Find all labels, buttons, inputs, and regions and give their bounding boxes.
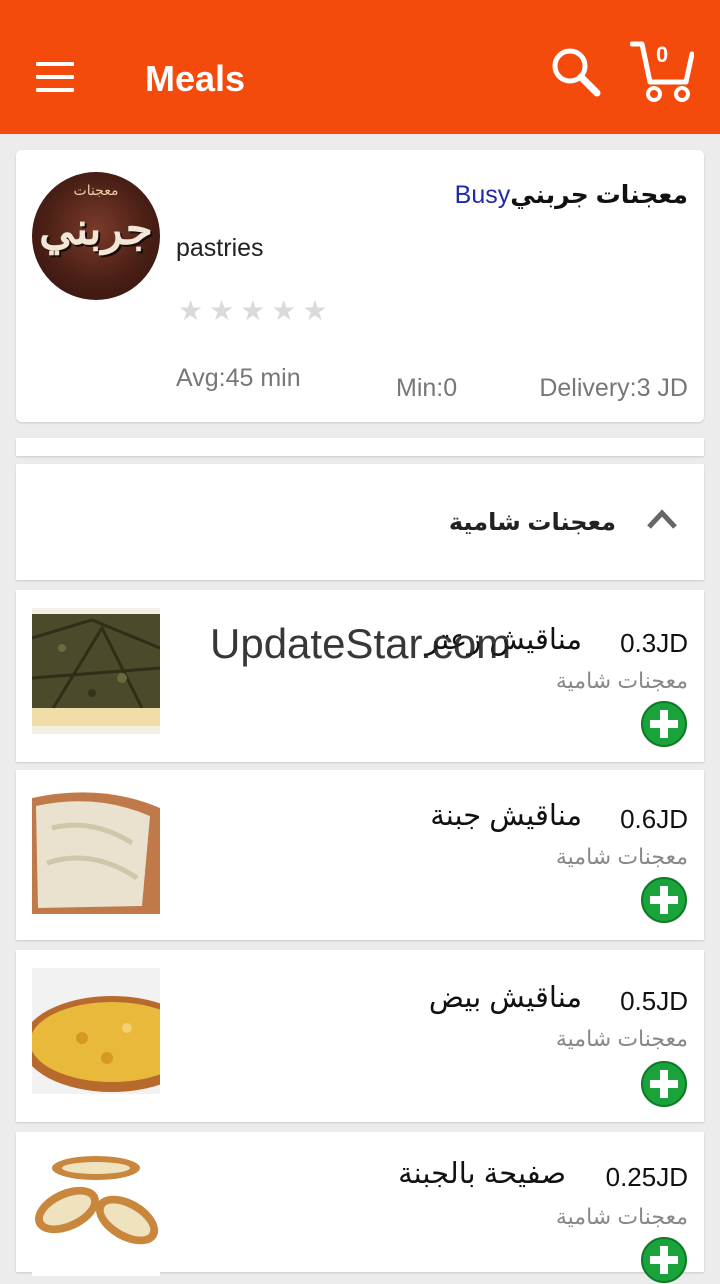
restaurant-name-line: Busyمعجنات جربني (455, 180, 688, 210)
delivery-fee: Delivery:3 JD (539, 374, 688, 402)
restaurant-name: معجنات جربني (510, 181, 688, 209)
logo-text: جربني (39, 204, 153, 255)
add-icon[interactable] (640, 876, 688, 924)
menu-item[interactable]: مناقيش جبنة 0.6JD معجنات شامية (16, 770, 704, 940)
item-name: مناقيش بيض (428, 982, 582, 1014)
item-category: معجنات شامية (555, 844, 688, 869)
chevron-up-icon[interactable] (646, 508, 678, 530)
item-image-sfiha (32, 1150, 160, 1276)
item-category: معجنات شامية (555, 668, 688, 693)
avg-delivery-time: Avg:45 min (176, 364, 301, 392)
item-category: معجنات شامية (555, 1026, 688, 1051)
item-category: معجنات شامية (555, 1204, 688, 1229)
item-name: صفيحة بالجبنة (398, 1158, 566, 1190)
item-name: مناقيش جبنة (430, 800, 582, 832)
item-image-egg (32, 968, 160, 1094)
item-image-zaatar (32, 608, 160, 734)
item-price: 0.25JD (605, 1162, 688, 1192)
item-price: 0.5JD (620, 986, 688, 1016)
add-icon[interactable] (640, 1236, 688, 1284)
item-price: 0.6JD (620, 804, 688, 834)
divider-strip (16, 438, 704, 456)
menu-item[interactable]: مناقيش زعتر 0.3JD معجنات شامية (16, 590, 704, 762)
status-badge: Busy (454, 181, 511, 209)
add-icon[interactable] (640, 1060, 688, 1108)
min-order: Min:0 (396, 374, 458, 402)
add-icon[interactable] (640, 700, 688, 748)
restaurant-card[interactable]: معجنات جربني Busyمعجنات جربني pastries ★… (16, 150, 704, 422)
menu-item[interactable]: صفيحة بالجبنة 0.25JD معجنات شامية (16, 1132, 704, 1283)
search-icon[interactable] (548, 44, 604, 100)
logo-subtitle: معجنات (73, 182, 119, 198)
category-section-header[interactable]: معجنات شامية (16, 464, 704, 580)
page-title: Meals (145, 58, 246, 99)
app-bar: Meals 0 (0, 0, 720, 134)
item-image-cheese (32, 788, 160, 914)
menu-icon[interactable] (36, 62, 76, 94)
watermark-text: UpdateStar.com (210, 620, 512, 667)
item-price: 0.3JD (620, 628, 688, 658)
menu-item[interactable]: مناقيش بيض 0.5JD معجنات شامية (16, 950, 704, 1122)
restaurant-logo: معجنات جربني (32, 172, 160, 300)
rating-stars: ★★★★★ (178, 295, 334, 326)
cart-button[interactable]: 0 (629, 38, 695, 104)
cart-count-badge: 0 (656, 42, 669, 67)
section-title: معجنات شامية (448, 509, 616, 536)
restaurant-category: pastries (176, 234, 264, 262)
